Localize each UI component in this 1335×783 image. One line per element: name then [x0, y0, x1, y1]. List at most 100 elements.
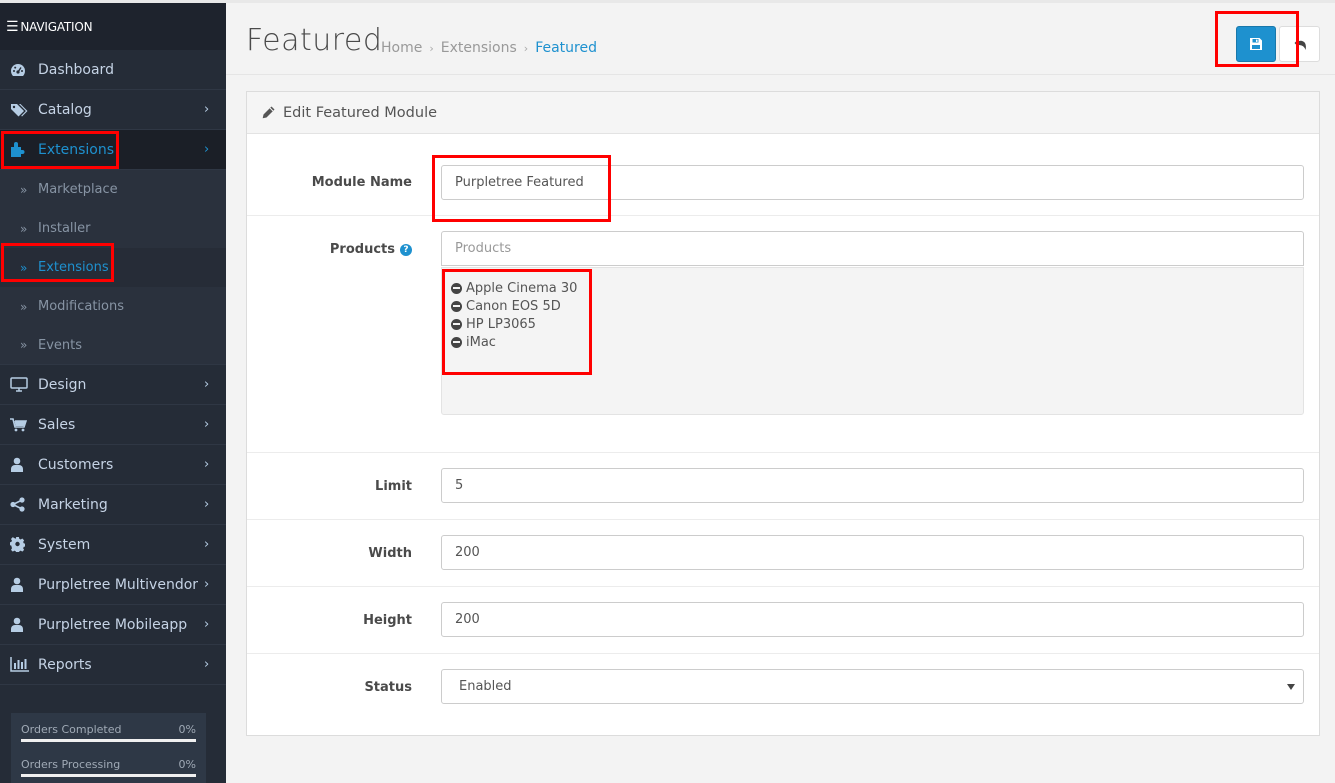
reply-icon	[1294, 38, 1306, 50]
sidebar-item-label: Design	[38, 376, 87, 393]
breadcrumb-featured[interactable]: Featured	[535, 40, 597, 58]
sidebar-subitem-marketplace[interactable]: » Marketplace	[0, 170, 226, 209]
product-item-hp-lp3065[interactable]: HP LP3065	[451, 315, 1294, 333]
module-name-input[interactable]	[441, 165, 1304, 200]
stat-orders-completed: Orders Completed 0%	[21, 723, 196, 736]
double-chevron-icon: »	[20, 338, 28, 352]
page-title: Featured	[246, 23, 383, 58]
sidebar-item-catalog[interactable]: Catalog ›	[0, 90, 226, 130]
breadcrumb-extensions[interactable]: Extensions	[441, 40, 517, 58]
page-header: Featured Home › Extensions › Featured	[226, 0, 1335, 75]
sidebar-subitem-label: Marketplace	[38, 182, 118, 197]
remove-circle-icon[interactable]	[451, 282, 462, 294]
sidebar-item-purpletree-multivendor[interactable]: Purpletree Multivendor ›	[0, 565, 226, 605]
chevron-right-icon: ›	[204, 497, 210, 512]
width-input[interactable]	[441, 535, 1304, 570]
status-label: Status	[364, 680, 412, 695]
sidebar-item-label: Dashboard	[38, 61, 114, 78]
height-label: Height	[363, 613, 412, 628]
remove-circle-icon[interactable]	[451, 300, 462, 312]
sidebar-item-purpletree-mobileapp[interactable]: Purpletree Mobileapp ›	[0, 605, 226, 645]
stat-label: Orders Processing	[21, 758, 121, 771]
chevron-right-icon: ›	[204, 417, 210, 432]
sidebar-item-customers[interactable]: Customers ›	[0, 445, 226, 485]
order-stats: Orders Completed 0% Orders Processing 0%	[11, 713, 206, 783]
module-name-label: Module Name	[311, 175, 412, 190]
hamburger-icon: ☰	[6, 18, 19, 35]
user-icon	[0, 617, 38, 632]
status-select[interactable]: Enabled	[441, 669, 1304, 704]
sidebar-item-design[interactable]: Design ›	[0, 365, 226, 405]
products-label: Products ?	[330, 242, 412, 257]
cart-icon	[0, 417, 38, 432]
double-chevron-icon: »	[20, 221, 28, 236]
form-row-module-name: Module Name	[247, 135, 1319, 216]
bar-chart-icon	[0, 657, 38, 672]
save-button[interactable]	[1236, 26, 1276, 62]
sidebar-subitem-label: Events	[38, 337, 83, 353]
product-item-label: Canon EOS 5D	[466, 298, 561, 314]
height-input[interactable]	[441, 602, 1304, 637]
sidebar-item-sales[interactable]: Sales ›	[0, 405, 226, 445]
chevron-right-icon: ›	[204, 142, 210, 157]
monitor-icon	[0, 377, 38, 392]
form-row-status: Status Enabled	[247, 654, 1319, 735]
chevron-right-icon: ›	[204, 102, 210, 117]
tags-icon	[0, 103, 38, 117]
limit-input[interactable]	[441, 468, 1304, 503]
sidebar-item-label: Sales	[38, 416, 76, 433]
back-button[interactable]	[1279, 26, 1320, 62]
product-item-label: HP LP3065	[466, 316, 536, 332]
nav-header[interactable]: ☰ NAVIGATION	[0, 3, 226, 50]
sidebar-subitem-label: Extensions	[38, 260, 109, 275]
sidebar-item-label: Catalog	[38, 101, 92, 118]
product-item-imac[interactable]: iMac	[451, 333, 1294, 351]
product-item-apple-cinema-30[interactable]: Apple Cinema 30	[451, 279, 1294, 297]
form-row-products: Products ? Apple Cinema 30 Canon EOS 5D …	[247, 216, 1319, 453]
sidebar-item-label: Customers	[38, 456, 114, 473]
remove-circle-icon[interactable]	[451, 336, 462, 348]
sidebar-item-label: Reports	[38, 656, 92, 673]
sidebar-item-label: Marketing	[38, 496, 108, 513]
sidebar-subitem-label: Installer	[38, 221, 91, 236]
chevron-right-icon: ›	[204, 617, 210, 632]
width-label: Width	[368, 546, 412, 561]
remove-circle-icon[interactable]	[451, 318, 462, 330]
products-label-text: Products	[329, 242, 395, 257]
sidebar-subitem-events[interactable]: » Events	[0, 326, 226, 365]
nav-header-label: NAVIGATION	[20, 19, 93, 34]
main-content: Featured Home › Extensions › Featured Ed…	[226, 0, 1335, 783]
breadcrumb-separator-icon: ›	[429, 42, 434, 55]
status-selected-value: Enabled	[459, 679, 512, 694]
product-item-label: iMac	[466, 334, 496, 350]
chevron-right-icon: ›	[204, 377, 210, 392]
sidebar-item-marketing[interactable]: Marketing ›	[0, 485, 226, 525]
breadcrumb-home[interactable]: Home	[381, 40, 422, 58]
gear-icon	[0, 537, 38, 552]
chevron-right-icon: ›	[204, 537, 210, 552]
puzzle-icon	[0, 142, 38, 157]
sidebar-item-dashboard[interactable]: Dashboard	[0, 50, 226, 90]
product-item-canon-eos-5d[interactable]: Canon EOS 5D	[451, 297, 1294, 315]
form-row-limit: Limit	[247, 453, 1319, 520]
sidebar-subitem-installer[interactable]: » Installer	[0, 209, 226, 248]
sidebar-item-system[interactable]: System ›	[0, 525, 226, 565]
sidebar-item-label: System	[38, 536, 91, 553]
help-question-icon[interactable]: ?	[400, 243, 412, 256]
breadcrumb: Home › Extensions › Featured	[381, 40, 597, 58]
sidebar-item-label: Extensions	[38, 141, 115, 158]
chevron-right-icon: ›	[204, 657, 210, 672]
double-chevron-icon: »	[20, 182, 28, 197]
sidebar-subitem-extensions[interactable]: » Extensions	[0, 248, 226, 287]
user-icon	[0, 457, 38, 472]
panel-heading: Edit Featured Module	[247, 92, 1319, 134]
stat-value: 0%	[178, 723, 196, 736]
user-icon	[0, 577, 38, 592]
sidebar-item-reports[interactable]: Reports ›	[0, 645, 226, 685]
sidebar-item-extensions[interactable]: Extensions ›	[0, 130, 226, 170]
double-chevron-icon: »	[20, 260, 28, 275]
pencil-icon	[262, 106, 275, 119]
dashboard-icon	[0, 63, 38, 77]
products-autocomplete-input[interactable]	[441, 231, 1304, 266]
sidebar-subitem-modifications[interactable]: » Modifications	[0, 287, 226, 326]
